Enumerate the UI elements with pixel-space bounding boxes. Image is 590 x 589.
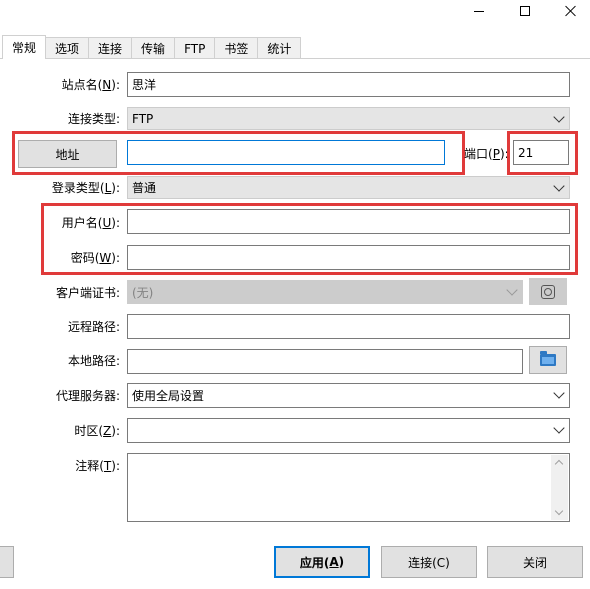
client-cert-button [529, 278, 567, 305]
site-name-input[interactable]: 思洋 [127, 72, 570, 97]
proxy-value: 使用全局设置 [132, 389, 205, 403]
tab-connection[interactable]: 连接 [88, 37, 133, 59]
connection-type-select[interactable]: FTP [127, 107, 570, 130]
client-cert-value: (无) [132, 285, 154, 300]
scroll-up-icon [554, 459, 564, 469]
login-type-select[interactable]: 普通 [127, 176, 570, 199]
maximize-icon [520, 6, 530, 16]
tab-options[interactable]: 选项 [45, 37, 90, 59]
folder-icon [540, 351, 556, 366]
comment-textarea[interactable] [127, 453, 570, 522]
close-icon [565, 5, 577, 17]
minimize-button[interactable] [456, 0, 502, 22]
tab-stats[interactable]: 统计 [257, 37, 302, 59]
username-label: 用户名(U): [61, 216, 120, 230]
tab-strip: 常规 选项 连接 传输 FTP 书签 统计 [0, 35, 302, 59]
scroll-down-icon [554, 506, 564, 516]
site-name-value: 思洋 [132, 78, 157, 92]
local-path-input[interactable] [127, 349, 523, 374]
proxy-label: 代理服务器: [55, 389, 120, 403]
login-type-value: 普通 [132, 181, 157, 195]
chevron-down-icon [553, 422, 565, 434]
chevron-down-icon [553, 180, 565, 192]
site-name-label: 站点名(N): [61, 78, 120, 92]
tab-bookmarks[interactable]: 书签 [214, 37, 259, 59]
browse-folder-button[interactable] [529, 346, 567, 374]
port-label: 端口(P): [464, 147, 509, 161]
password-label: 密码(W): [70, 251, 120, 265]
connection-type-value: FTP [132, 111, 154, 126]
chevron-down-icon [506, 284, 518, 296]
username-input[interactable] [127, 209, 570, 234]
maximize-button[interactable] [502, 0, 548, 22]
minimize-icon [474, 10, 484, 12]
certificate-icon [541, 284, 555, 299]
local-path-label: 本地路径: [67, 354, 120, 368]
port-highlight [507, 131, 578, 175]
address-highlight [12, 131, 465, 175]
proxy-select[interactable]: 使用全局设置 [127, 383, 570, 408]
comment-scrollbar[interactable] [551, 455, 568, 520]
login-type-label: 登录类型(L): [51, 181, 120, 195]
chevron-down-icon [553, 387, 565, 399]
tab-transfer[interactable]: 传输 [131, 37, 176, 59]
connect-button[interactable]: 连接(C) [381, 546, 477, 578]
chevron-down-icon [553, 111, 565, 123]
close-window-button[interactable] [548, 0, 590, 22]
password-input[interactable] [127, 245, 570, 270]
client-cert-label: 客户端证书: [55, 286, 120, 300]
tab-general[interactable]: 常规 [2, 35, 47, 59]
apply-button[interactable]: 应用(A) [274, 546, 370, 578]
timezone-label: 时区(Z): [74, 424, 120, 438]
client-cert-select: (无) [127, 280, 523, 304]
remote-path-label: 远程路径: [67, 320, 120, 334]
partial-button[interactable] [0, 546, 14, 578]
remote-path-input[interactable] [127, 314, 570, 339]
connection-type-label: 连接类型: [67, 112, 120, 126]
timezone-select[interactable] [127, 418, 570, 443]
comment-label: 注释(T): [75, 459, 120, 473]
close-button[interactable]: 关闭 [487, 546, 583, 578]
tab-ftp[interactable]: FTP [174, 37, 216, 59]
